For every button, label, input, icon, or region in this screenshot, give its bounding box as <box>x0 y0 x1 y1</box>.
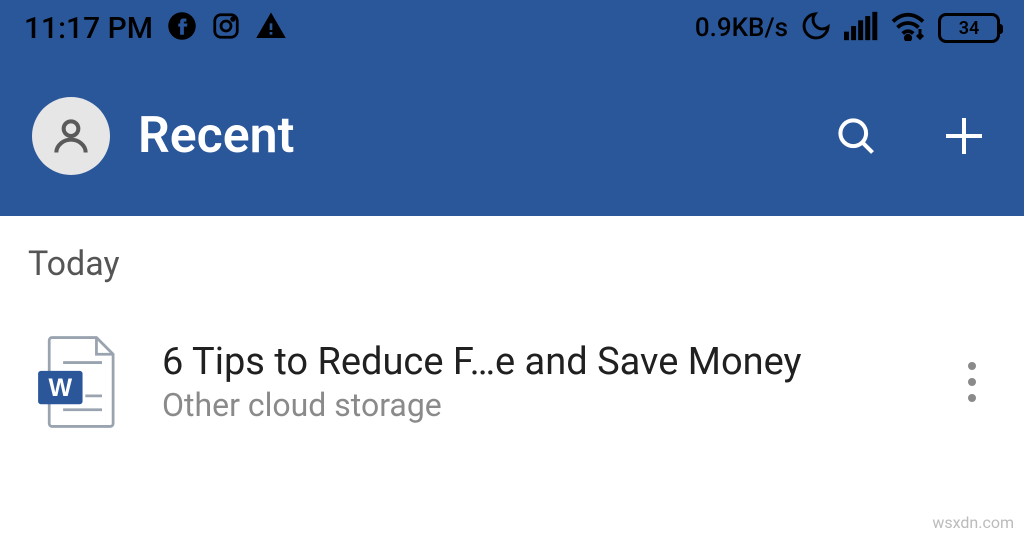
app-bar: Recent <box>0 56 1024 216</box>
file-row[interactable]: W 6 Tips to Reduce F…e and Save Money Ot… <box>24 324 1000 440</box>
facebook-icon <box>167 11 197 45</box>
plus-icon <box>940 112 988 160</box>
watermark: wsxdn.com <box>932 513 1014 532</box>
status-bar: 11:17 PM 0.9KB/s 34 <box>0 0 1024 56</box>
section-header: Today <box>24 244 1000 284</box>
wifi-icon <box>890 11 926 45</box>
status-left: 11:17 PM <box>24 10 287 46</box>
file-subtitle: Other cloud storage <box>162 386 912 424</box>
battery-level: 34 <box>959 18 980 39</box>
person-icon <box>49 114 93 158</box>
add-button[interactable] <box>936 108 992 164</box>
network-speed: 0.9KB/s <box>695 13 788 43</box>
signal-icon <box>844 11 878 45</box>
battery-icon: 34 <box>938 13 1000 43</box>
instagram-icon <box>211 11 241 45</box>
file-text: 6 Tips to Reduce F…e and Save Money Othe… <box>162 340 912 424</box>
content-area: Today W 6 Tips to Reduce F…e and Save Mo… <box>0 216 1024 440</box>
file-name: 6 Tips to Reduce F…e and Save Money <box>162 340 912 384</box>
search-button[interactable] <box>828 108 884 164</box>
status-right: 0.9KB/s 34 <box>695 10 1000 46</box>
dot-icon <box>968 394 976 402</box>
account-avatar[interactable] <box>32 97 110 175</box>
status-time: 11:17 PM <box>24 11 153 46</box>
search-icon <box>834 114 878 158</box>
dot-icon <box>968 362 976 370</box>
svg-text:W: W <box>49 374 73 402</box>
page-title: Recent <box>138 107 776 165</box>
file-more-button[interactable] <box>952 362 1000 402</box>
dnd-moon-icon <box>800 10 832 46</box>
word-doc-icon: W <box>32 332 122 432</box>
warning-icon <box>255 10 287 46</box>
dot-icon <box>968 378 976 386</box>
